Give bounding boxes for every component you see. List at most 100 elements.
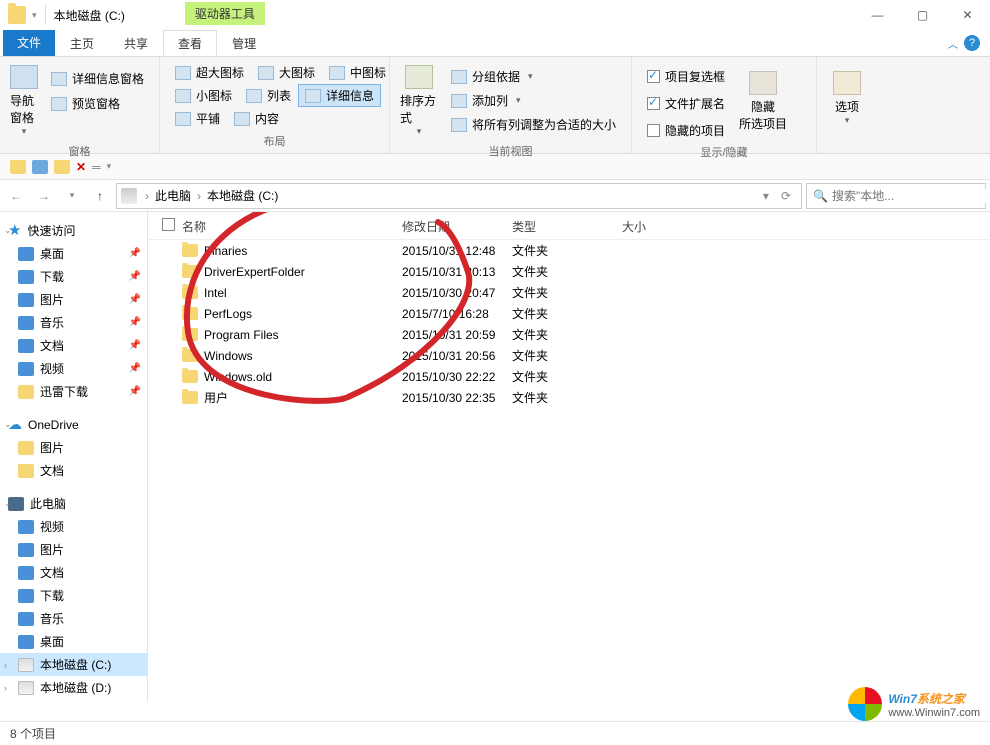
table-row[interactable]: Windows 2015/10/31 20:56 文件夹 <box>148 345 990 366</box>
crumb-thispc[interactable]: 此电脑 <box>151 187 195 204</box>
pin-icon: 📌 <box>129 248 141 259</box>
list-icon <box>246 89 262 103</box>
detail-pane-button[interactable]: 详细信息窗格 <box>44 67 151 90</box>
hide-selected-button[interactable]: 隐藏 所选项目 <box>736 61 790 142</box>
sidebar-quick-access[interactable]: ⌄★快速访问 <box>0 218 147 242</box>
details-button[interactable]: 详细信息 <box>298 84 381 107</box>
xl-icons-icon <box>175 66 191 80</box>
file-date: 2015/10/31 20:13 <box>402 265 512 279</box>
table-row[interactable]: DriverExpertFolder 2015/10/31 20:13 文件夹 <box>148 261 990 282</box>
hide-selected-icon <box>749 71 777 95</box>
sidebar-downloads[interactable]: 下载📌 <box>0 265 147 288</box>
table-row[interactable]: Binaries 2015/10/31 12:48 文件夹 <box>148 240 990 261</box>
column-headers[interactable]: 名称 修改日期 类型 大小 <box>148 212 990 240</box>
crumb-drive[interactable]: 本地磁盘 (C:) <box>203 187 282 204</box>
drive-tools-tab[interactable]: 驱动器工具 <box>185 2 265 25</box>
tab-view[interactable]: 查看 <box>163 30 217 56</box>
sidebar-xunlei[interactable]: 迅雷下载📌 <box>0 380 147 403</box>
tab-share[interactable]: 共享 <box>109 30 163 56</box>
preview-pane-button[interactable]: 预览窗格 <box>44 92 151 115</box>
col-name[interactable]: 名称 <box>182 218 402 235</box>
chevron-right-icon[interactable]: › <box>195 189 203 203</box>
sidebar-od-pictures[interactable]: 图片 <box>0 436 147 459</box>
sidebar-od-documents[interactable]: 文档 <box>0 459 147 482</box>
col-size[interactable]: 大小 <box>622 218 702 235</box>
sidebar-pc-music[interactable]: 音乐 <box>0 607 147 630</box>
sidebar-pc-videos[interactable]: 视频 <box>0 515 147 538</box>
sidebar-pc-documents[interactable]: 文档 <box>0 561 147 584</box>
nav-tree[interactable]: ⌄★快速访问 桌面📌 下载📌 图片📌 音乐📌 文档📌 视频📌 迅雷下载📌 ⌄☁O… <box>0 212 148 702</box>
group-by-button[interactable]: 分组依据▾ <box>444 65 623 88</box>
folder-icon <box>18 635 34 649</box>
collapse-ribbon-icon[interactable]: ︿ <box>948 36 958 51</box>
add-column-button[interactable]: 添加列▾ <box>444 89 623 112</box>
dropdown-icon[interactable]: ▾ <box>32 10 37 21</box>
sort-button[interactable]: 排序方式 ▾ <box>398 61 440 141</box>
folder-icon <box>18 612 34 626</box>
table-row[interactable]: Intel 2015/10/30 20:47 文件夹 <box>148 282 990 303</box>
col-type[interactable]: 类型 <box>512 218 622 235</box>
tiles-icon <box>175 112 191 126</box>
search-input[interactable] <box>832 189 987 203</box>
back-button[interactable]: ← <box>4 184 28 208</box>
folder-icon <box>18 566 34 580</box>
tab-file[interactable]: 文件 <box>3 30 55 56</box>
file-name: 用户 <box>204 389 228 406</box>
sidebar-videos[interactable]: 视频📌 <box>0 357 147 380</box>
sidebar-music[interactable]: 音乐📌 <box>0 311 147 334</box>
address-bar[interactable]: › 此电脑 › 本地磁盘 (C:) ▾ ⟳ <box>116 183 802 209</box>
tab-manage[interactable]: 管理 <box>217 30 271 56</box>
close-button[interactable]: ✕ <box>945 0 990 30</box>
group-label-layout: 布局 <box>168 131 381 153</box>
list-button[interactable]: 列表 <box>239 84 298 107</box>
item-checkbox-toggle[interactable]: 项目复选框 <box>640 65 732 88</box>
file-ext-toggle[interactable]: 文件扩展名 <box>640 92 732 115</box>
file-name: Windows.old <box>204 370 272 384</box>
address-dropdown-icon[interactable]: ▾ <box>757 189 775 203</box>
sidebar-drive-c[interactable]: ›本地磁盘 (C:) <box>0 653 147 676</box>
search-box[interactable]: 🔍 <box>806 183 986 209</box>
select-all-checkbox[interactable] <box>162 218 175 231</box>
sidebar-documents[interactable]: 文档📌 <box>0 334 147 357</box>
hidden-items-toggle[interactable]: 隐藏的项目 <box>640 119 732 142</box>
chevron-right-icon[interactable]: › <box>143 189 151 203</box>
table-row[interactable]: Windows.old 2015/10/30 22:22 文件夹 <box>148 366 990 387</box>
m-icons-button[interactable]: 中图标 <box>322 61 393 84</box>
sidebar-drive-d[interactable]: ›本地磁盘 (D:) <box>0 676 147 699</box>
table-row[interactable]: 用户 2015/10/30 22:35 文件夹 <box>148 387 990 408</box>
sidebar-thispc[interactable]: ⌄此电脑 <box>0 492 147 515</box>
nav-pane-button[interactable]: 导航窗格 ▾ <box>8 61 40 141</box>
tiles-button[interactable]: 平铺 <box>168 107 227 130</box>
content-button[interactable]: 内容 <box>227 107 286 130</box>
sidebar-pictures[interactable]: 图片📌 <box>0 288 147 311</box>
disk-icon <box>18 681 34 695</box>
xl-icons-button[interactable]: 超大图标 <box>168 61 251 84</box>
folder-icon <box>18 362 34 376</box>
file-date: 2015/10/31 20:59 <box>402 328 512 342</box>
file-list[interactable]: 名称 修改日期 类型 大小 Binaries 2015/10/31 12:48 … <box>148 212 990 702</box>
sidebar-pc-downloads[interactable]: 下载 <box>0 584 147 607</box>
recent-dropdown-icon[interactable]: ▾ <box>60 184 84 208</box>
table-row[interactable]: PerfLogs 2015/7/10 16:28 文件夹 <box>148 303 990 324</box>
maximize-button[interactable]: ▢ <box>900 0 945 30</box>
nav-pane-icon <box>10 65 38 89</box>
sidebar-drive-e[interactable]: ›本地磁盘 (E:) <box>0 699 147 702</box>
s-icons-button[interactable]: 小图标 <box>168 84 239 107</box>
options-button[interactable]: 选项 ▾ <box>825 61 869 135</box>
file-type: 文件夹 <box>512 242 622 259</box>
refresh-icon[interactable]: ⟳ <box>775 189 797 203</box>
up-button[interactable]: ↑ <box>88 184 112 208</box>
table-row[interactable]: Program Files 2015/10/31 20:59 文件夹 <box>148 324 990 345</box>
forward-button[interactable]: → <box>32 184 56 208</box>
col-modified[interactable]: 修改日期 <box>402 218 512 235</box>
fit-columns-button[interactable]: 将所有列调整为合适的大小 <box>444 113 623 136</box>
minimize-button[interactable]: — <box>855 0 900 30</box>
sidebar-pc-pictures[interactable]: 图片 <box>0 538 147 561</box>
sidebar-pc-desktop[interactable]: 桌面 <box>0 630 147 653</box>
sidebar-onedrive[interactable]: ⌄☁OneDrive <box>0 413 147 436</box>
group-by-icon <box>451 70 467 84</box>
sidebar-desktop[interactable]: 桌面📌 <box>0 242 147 265</box>
help-icon[interactable]: ? <box>964 35 980 51</box>
tab-home[interactable]: 主页 <box>55 30 109 56</box>
l-icons-button[interactable]: 大图标 <box>251 61 322 84</box>
